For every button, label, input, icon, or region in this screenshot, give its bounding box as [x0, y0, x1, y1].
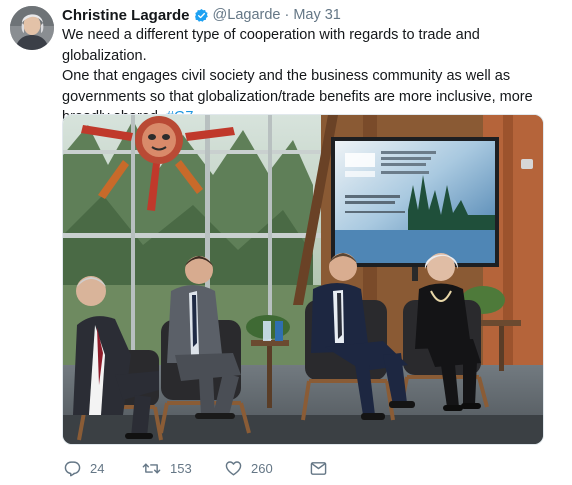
like-count: 260 — [251, 460, 273, 476]
verified-badge-icon — [194, 8, 209, 23]
reply-count: 24 — [90, 460, 105, 476]
tweet-text: We need a different type of cooperation … — [62, 25, 562, 128]
tweet-text-line: governments so that globalization/trade … — [62, 88, 533, 105]
tweet-photo[interactable] — [62, 114, 544, 445]
retweet-count: 153 — [170, 460, 192, 476]
direct-message-button[interactable] — [310, 461, 327, 476]
author-name[interactable]: Christine Lagarde — [62, 7, 190, 24]
tweet-date[interactable]: May 31 — [293, 7, 341, 23]
like-button[interactable]: 260 — [225, 460, 310, 476]
tweet-text-line: We need a different type of cooperation … — [62, 27, 480, 64]
tweet-text-line: One that engages civil society and the b… — [62, 68, 511, 84]
author-handle[interactable]: @Lagarde — [213, 7, 281, 23]
tweet-actions: 24 153 260 — [64, 458, 327, 478]
header-separator: · — [284, 7, 290, 23]
author-avatar[interactable] — [10, 6, 54, 50]
like-icon — [225, 460, 242, 476]
tweet: Christine Lagarde @Lagarde · May 31 We n… — [0, 0, 572, 485]
retweet-icon — [142, 460, 161, 477]
direct-message-icon — [310, 461, 327, 476]
tweet-header: Christine Lagarde @Lagarde · May 31 — [62, 5, 341, 25]
reply-button[interactable]: 24 — [64, 460, 142, 477]
retweet-button[interactable]: 153 — [142, 460, 225, 477]
reply-icon — [64, 460, 81, 477]
